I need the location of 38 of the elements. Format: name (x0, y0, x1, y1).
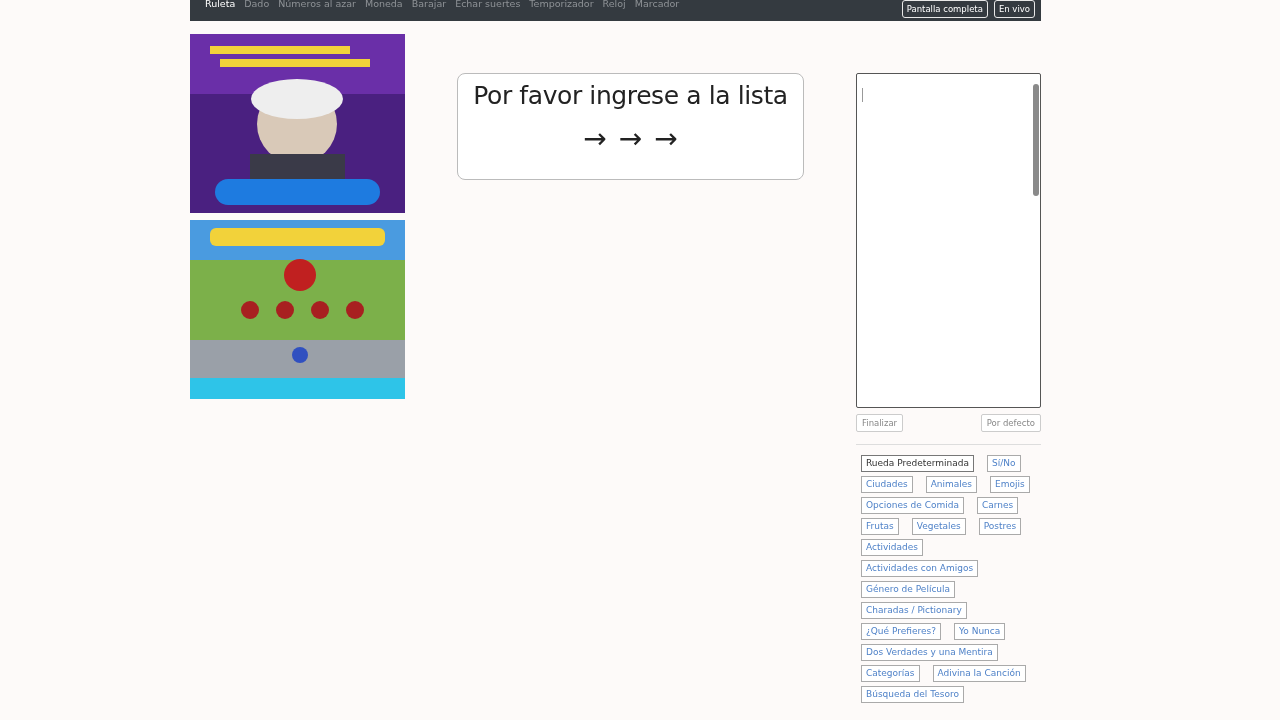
preset-button[interactable]: Dos Verdades y una Mentira (861, 644, 998, 661)
nav-link[interactable]: Moneda (364, 0, 403, 10)
preset-button[interactable]: Actividades (861, 539, 923, 556)
arrow-glyph: → (583, 124, 607, 154)
preset-button[interactable]: Carnes (976, 497, 1019, 514)
preset-button[interactable]: Emojis (990, 476, 1030, 493)
preset-button[interactable]: Adivina la Canción (932, 665, 1026, 682)
preset-button[interactable]: Ciudades (861, 476, 913, 493)
nav-link[interactable]: Marcador (634, 0, 680, 10)
nav-link[interactable]: Reloj (602, 0, 626, 10)
nav-button[interactable]: Pantalla completa (901, 0, 988, 18)
preset-button[interactable]: Género de Película (861, 581, 956, 598)
arrow-glyph: → (618, 124, 643, 154)
preset-button[interactable]: ¿Qué Prefieres? (861, 623, 941, 640)
preset-button[interactable]: Frutas (861, 518, 899, 535)
prompt-text: Por favor ingrese a la lista (473, 81, 788, 110)
preset-button[interactable]: Búsqueda del Tesoro (861, 686, 964, 703)
nav-link[interactable]: Barajar (411, 0, 447, 10)
nav-link[interactable]: Ruleta (205, 0, 236, 10)
preset-button[interactable]: Animales (925, 476, 978, 493)
preset-button[interactable]: Yo Nunca (954, 623, 1006, 640)
preset-button[interactable]: Vegetales (911, 518, 966, 535)
preset-button[interactable]: Categorías (861, 665, 920, 682)
editor-button[interactable]: Finalizar (856, 414, 904, 432)
nav-link[interactable]: Echar suertes (455, 0, 521, 10)
nav-link[interactable]: Temporizador (529, 0, 594, 10)
preset-button[interactable]: Rueda Predeterminada (861, 455, 975, 472)
editor-button[interactable]: Por defecto (980, 414, 1041, 432)
nav-button[interactable]: En vivo (993, 0, 1035, 18)
preset-button[interactable]: Actividades con Amigos (861, 560, 979, 577)
preset-button[interactable]: Sí/No (987, 455, 1021, 472)
list-textarea[interactable] (856, 73, 1041, 408)
arrow-glyph: → (654, 124, 678, 154)
preset-button[interactable]: Opciones de Comida (861, 497, 964, 514)
preset-button[interactable]: Charadas / Pictionary (861, 602, 967, 619)
nav-link[interactable]: Números al azar (278, 0, 356, 10)
nav-link[interactable]: Dado (244, 0, 270, 10)
preset-button[interactable]: Postres (978, 518, 1022, 535)
